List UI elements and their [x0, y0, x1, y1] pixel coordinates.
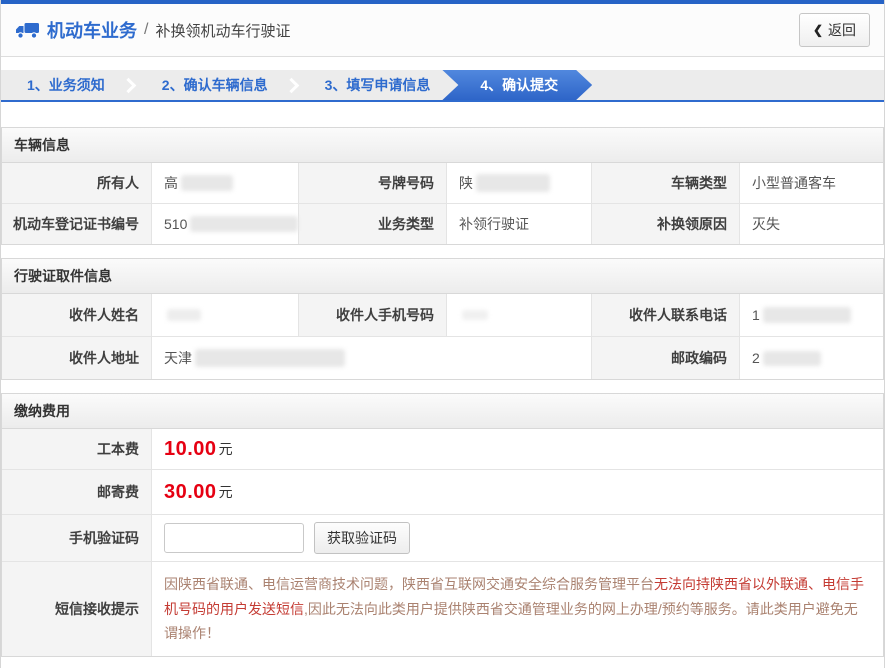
vehicle-type-label: 车辆类型 [592, 163, 739, 203]
postage-fee-value: 30.00 元 [152, 470, 883, 514]
back-button[interactable]: ❮ 返回 [798, 13, 870, 47]
page-title: 机动车业务 [47, 21, 137, 41]
step-2-confirm-vehicle[interactable]: 2、确认车辆信息 [136, 70, 294, 100]
plate-number-label: 号牌号码 [299, 163, 446, 203]
owner-value: 高 [152, 163, 298, 203]
breadcrumb: 机动车业务 / 补换领机动车行驶证 [15, 17, 290, 43]
redacted-value [181, 175, 233, 191]
postage-fee-amount: 30.00 [164, 480, 217, 503]
replacement-reason-value: 灭失 [740, 204, 883, 244]
back-button-label: 返回 [828, 22, 856, 38]
postage-fee-label: 邮寄费 [2, 470, 151, 514]
registration-cert-number-label: 机动车登记证书编号 [2, 204, 151, 244]
business-type-value: 补领行驶证 [447, 204, 591, 244]
redacted-value [167, 309, 201, 321]
sms-code-row: 获取验证码 [152, 515, 883, 561]
sms-notice-part1: 因陕西省联通、电信运营商技术问题，陕西省互联网交通安全综合服务管理平台 [164, 576, 654, 592]
plate-number-value: 陕 [447, 163, 591, 203]
redacted-value [476, 174, 550, 192]
recipient-name-label: 收件人姓名 [2, 294, 151, 336]
owner-label: 所有人 [2, 163, 151, 203]
pickup-info-title: 行驶证取件信息 [2, 259, 883, 294]
main-content: 车辆信息 所有人 高 号牌号码 陕 车辆类型 小型普通客车 机动车登记证书编号 … [1, 127, 884, 657]
sms-code-input[interactable] [164, 523, 304, 553]
breadcrumb-separator: / [144, 21, 149, 38]
fees-title: 缴纳费用 [2, 394, 883, 429]
step-1-business-notice[interactable]: 1、业务须知 [1, 70, 131, 100]
redacted-value [190, 216, 298, 232]
vehicle-type-value: 小型普通客车 [740, 163, 883, 203]
redacted-value [762, 307, 851, 323]
fees-section: 缴纳费用 工本费 10.00 元 邮寄费 30.00 元 手机验证码 获取验证码… [1, 393, 884, 657]
step-4-confirm-submit[interactable]: 4、确认提交 [442, 70, 592, 100]
recipient-phone-label: 收件人联系电话 [592, 294, 739, 336]
get-sms-code-button[interactable]: 获取验证码 [314, 522, 410, 554]
registration-cert-number-value: 510 [152, 204, 298, 244]
production-fee-amount: 10.00 [164, 437, 217, 460]
replacement-reason-label: 补换领原因 [592, 204, 739, 244]
postal-code-label: 邮政编码 [592, 337, 739, 379]
postage-fee-unit: 元 [218, 484, 233, 500]
production-fee-value: 10.00 元 [152, 429, 883, 469]
pickup-info-section: 行驶证取件信息 收件人姓名 收件人手机号码 收件人联系电话 1 收件人地址 天津… [1, 258, 884, 380]
postal-code-value: 2 [740, 337, 883, 379]
recipient-address-label: 收件人地址 [2, 337, 151, 379]
breadcrumb-current: 补换领机动车行驶证 [155, 22, 291, 40]
recipient-mobile-value [447, 294, 591, 336]
production-fee-unit: 元 [218, 441, 233, 457]
sms-notice-label: 短信接收提示 [2, 562, 151, 656]
recipient-mobile-label: 收件人手机号码 [299, 294, 446, 336]
step-3-fill-application[interactable]: 3、填写申请信息 [299, 70, 457, 100]
recipient-name-value [152, 294, 298, 336]
redacted-value [462, 310, 488, 320]
vehicle-info-title: 车辆信息 [2, 128, 883, 163]
recipient-address-value: 天津 [152, 337, 591, 379]
page: 机动车业务 / 补换领机动车行驶证 ❮ 返回 1、业务须知 2、确认车辆信息 3… [0, 0, 885, 668]
wizard-steps: 1、业务须知 2、确认车辆信息 3、填写申请信息 4、确认提交 [1, 70, 884, 102]
vehicle-info-section: 车辆信息 所有人 高 号牌号码 陕 车辆类型 小型普通客车 机动车登记证书编号 … [1, 127, 884, 245]
chevron-left-icon: ❮ [812, 23, 823, 37]
recipient-phone-value: 1 [740, 294, 883, 336]
sms-code-label: 手机验证码 [2, 515, 151, 561]
truck-icon [15, 22, 39, 39]
redacted-value [195, 349, 345, 367]
business-type-label: 业务类型 [299, 204, 446, 244]
redacted-value [762, 350, 821, 366]
sms-notice-text: 因陕西省联通、电信运营商技术问题，陕西省互联网交通安全综合服务管理平台无法向持陕… [152, 562, 883, 656]
production-fee-label: 工本费 [2, 429, 151, 469]
page-header: 机动车业务 / 补换领机动车行驶证 ❮ 返回 [1, 4, 884, 57]
